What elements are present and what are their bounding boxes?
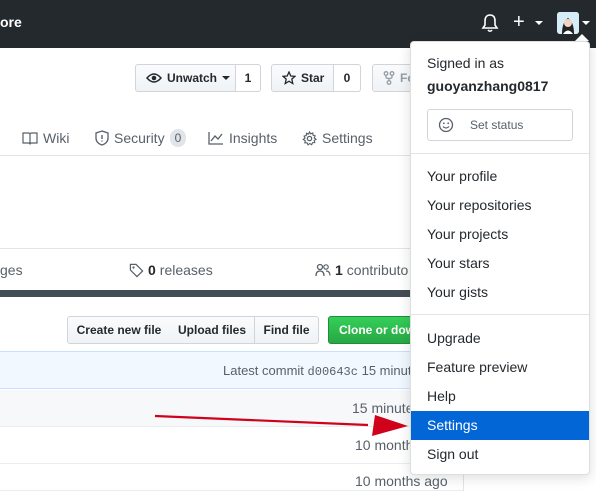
dropdown-divider [411,314,589,315]
menu-item-upgrade[interactable]: Upgrade [411,324,589,353]
create-new-file-button[interactable]: Create new file [67,316,171,344]
tag-icon [129,263,144,277]
contributors-link[interactable]: 1 contributo [315,262,408,278]
star-button[interactable]: Star [271,64,334,92]
menu-item-your-gists[interactable]: Your gists [411,278,589,307]
tab-label: Security [114,130,165,146]
chevron-down-icon[interactable] [582,21,590,25]
chevron-down-icon [222,76,231,80]
commit-sha[interactable]: d00643c [308,365,358,379]
packages-link[interactable]: ges [0,262,23,278]
tab-security[interactable]: Security 0 [95,128,187,148]
bell-icon[interactable] [481,13,499,33]
annotation-arrow-icon [154,414,408,436]
eye-icon [146,73,162,83]
row-time: 10 months ago [355,473,448,489]
star-count[interactable]: 0 [334,64,361,92]
menu-item-help[interactable]: Help [411,382,589,411]
plus-icon[interactable]: + [513,11,525,33]
header-nav-fragment[interactable]: ore [0,14,22,30]
people-icon [315,263,331,277]
contributors-label: contributo [346,262,409,278]
menu-item-feature-preview[interactable]: Feature preview [411,353,589,382]
table-row[interactable]: 10 months ago [0,464,464,491]
tab-label: Wiki [43,130,70,146]
tab-label: Settings [322,130,373,146]
star-icon [282,71,296,85]
avatar[interactable] [557,12,579,34]
username: guoyanzhang0817 [427,78,549,94]
latest-commit-label: Latest commit [223,363,304,378]
releases-label: releases [159,262,213,278]
contributors-count: 1 [335,262,343,278]
tab-label: Insights [229,130,278,146]
graph-icon [208,132,223,145]
fork-icon [383,71,395,85]
tab-settings[interactable]: Settings [302,128,373,148]
menu-item-your-repositories[interactable]: Your repositories [411,191,589,220]
tab-insights[interactable]: Insights [208,128,277,148]
menu-item-settings[interactable]: Settings [411,411,589,440]
gear-icon [302,130,317,146]
menu-item-your-profile[interactable]: Your profile [411,162,589,191]
latest-commit-bar: Latest commit d00643c 15 minute [0,351,464,389]
star-label: Star [301,71,325,85]
tab-wiki[interactable]: Wiki [22,128,69,148]
unwatch-button[interactable]: Unwatch [135,64,236,92]
signed-in-header: Signed in as guoyanzhang0817 [427,52,548,98]
clone-or-download-button[interactable]: Clone or dow [328,316,418,344]
upload-files-button[interactable]: Upload files [170,316,255,344]
chevron-down-icon[interactable] [535,21,543,25]
book-icon [22,132,38,145]
releases-link[interactable]: 0 releases [129,262,213,278]
user-dropdown-menu: Signed in as guoyanzhang0817 Set status … [410,41,590,475]
signed-in-label: Signed in as [427,55,505,71]
packages-label: ges [0,262,23,278]
stats-divider-top [0,248,464,249]
dropdown-divider [411,153,589,154]
unwatch-label: Unwatch [167,71,218,85]
menu-item-your-projects[interactable]: Your projects [411,220,589,249]
shield-icon [95,130,109,146]
find-file-button[interactable]: Find file [254,316,319,344]
set-status-button[interactable]: Set status [427,109,573,141]
tabs-divider [0,155,464,156]
menu-item-your-stars[interactable]: Your stars [411,249,589,278]
dropdown-caret [575,34,589,41]
security-counter: 0 [169,129,187,147]
watch-count[interactable]: 1 [236,64,261,92]
releases-count: 0 [148,262,156,278]
language-bar [0,290,464,297]
smiley-icon [438,117,454,133]
set-status-label: Set status [470,118,524,132]
menu-item-sign-out[interactable]: Sign out [411,440,589,469]
